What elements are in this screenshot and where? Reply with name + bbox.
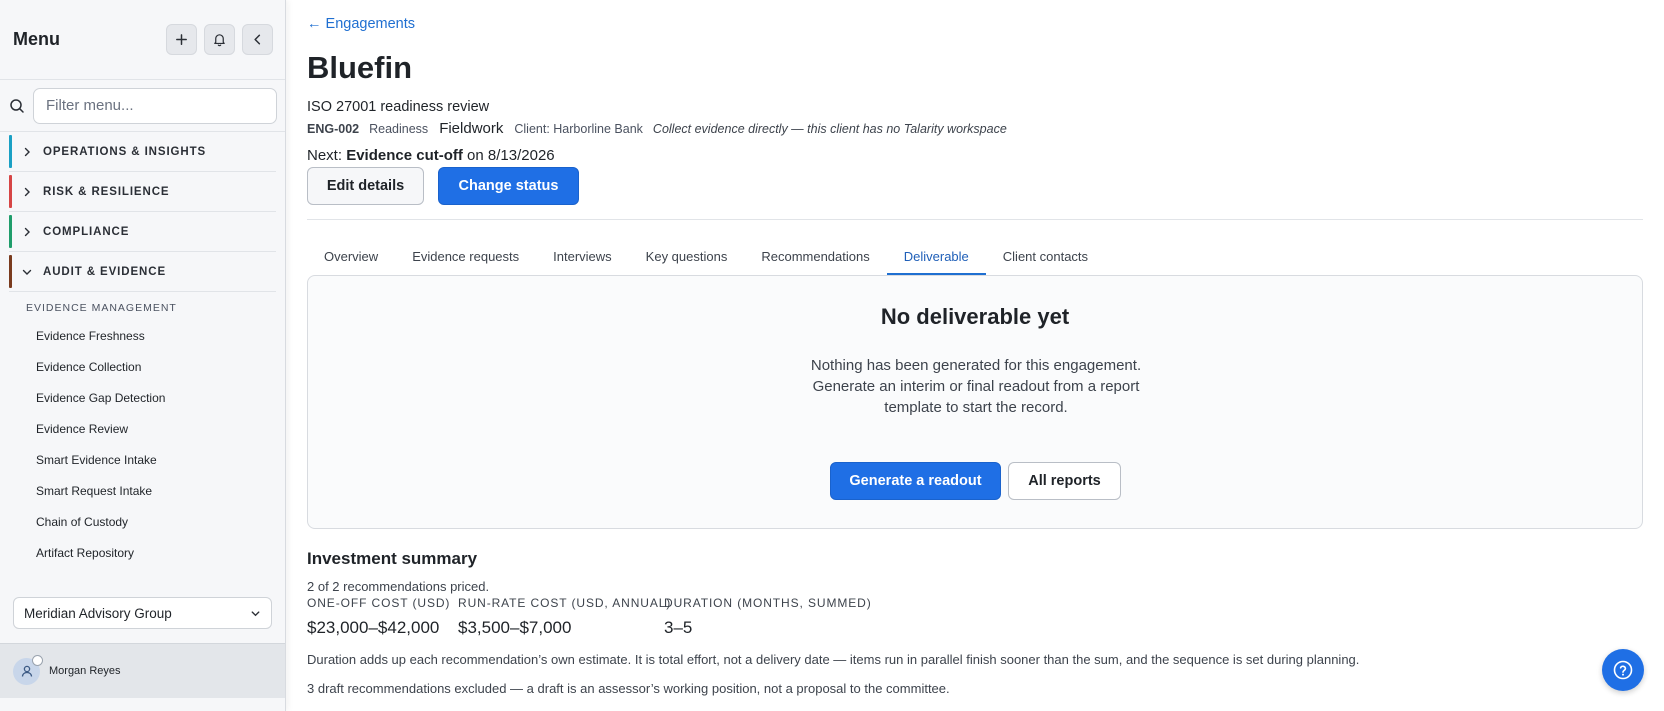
sidebar-section-audit-evidence[interactable]: AUDIT & EVIDENCE [9, 252, 276, 292]
next-date: on 8/13/2026 [467, 147, 555, 164]
user-profile[interactable]: Morgan Reyes [0, 643, 285, 698]
page-title: Bluefin [307, 50, 413, 85]
filter-menu-input[interactable] [33, 87, 277, 124]
sidebar-item-evidence-review[interactable]: Evidence Review [0, 413, 285, 444]
metric-label: RUN-RATE COST (USD, ANNUAL) [458, 596, 672, 610]
tab-client-contacts[interactable]: Client contacts [986, 241, 1105, 275]
deliverable-empty-state: No deliverable yet Nothing has been gene… [307, 275, 1643, 529]
engagement-phase: Readiness [369, 122, 429, 136]
empty-state-title: No deliverable yet [880, 304, 1070, 329]
metric-value: $23,000–$42,000 [307, 618, 440, 637]
sidebar-header: Menu [0, 0, 285, 80]
sidebar-item-smart-request-intake[interactable]: Smart Request Intake [0, 475, 285, 506]
help-circle-icon [1613, 660, 1633, 680]
section-label: OPERATIONS & INSIGHTS [43, 145, 207, 158]
tab-interviews[interactable]: Interviews [536, 241, 629, 275]
change-status-button[interactable]: Change status [438, 167, 579, 205]
sidebar-item-evidence-freshness[interactable]: Evidence Freshness [0, 320, 285, 351]
next-prefix: Next: [307, 147, 343, 164]
engagement-code: ENG-002 [307, 122, 360, 136]
tab-evidence-requests[interactable]: Evidence requests [395, 241, 536, 275]
next-milestone: Next: Evidence cut-off on 8/13/2026 [307, 147, 555, 164]
priced-count: 2 of 2 recommendations priced. [307, 579, 490, 594]
tab-key-questions[interactable]: Key questions [629, 241, 745, 275]
section-label: AUDIT & EVIDENCE [43, 265, 167, 278]
metric-value: $3,500–$7,000 [458, 618, 572, 637]
chevron-left-icon [254, 34, 261, 45]
organization-select[interactable]: Meridian Advisory Group [13, 597, 272, 629]
settings-badge-icon [32, 654, 43, 666]
engagement-meta: ENG-002 Readiness Fieldwork Client: Harb… [307, 120, 1007, 137]
back-to-engagements-link[interactable]: ← Engagements [307, 16, 415, 32]
engagement-stage: Fieldwork [439, 120, 504, 137]
generate-readout-button[interactable]: Generate a readout [830, 462, 1001, 500]
section-label: COMPLIANCE [43, 225, 130, 238]
add-button[interactable] [166, 24, 197, 55]
tab-recommendations[interactable]: Recommendations [744, 241, 886, 275]
bell-icon [214, 34, 225, 47]
metric-label: ONE-OFF COST (USD) [307, 596, 451, 610]
sidebar-title: Menu [13, 29, 60, 49]
divider [307, 219, 1643, 220]
help-button[interactable] [1602, 649, 1644, 691]
draft-exclusion-note: 3 draft recommendations excluded — a dra… [307, 681, 950, 696]
investment-summary-title: Investment summary [307, 549, 478, 568]
sidebar-section-compliance[interactable]: COMPLIANCE [9, 212, 276, 252]
user-name: Morgan Reyes [49, 665, 121, 677]
edit-details-button[interactable]: Edit details [307, 167, 424, 205]
sidebar-item-evidence-collection[interactable]: Evidence Collection [0, 351, 285, 382]
section-color-bar [9, 135, 12, 168]
metric-value: 3–5 [664, 618, 693, 637]
chevron-right-icon [24, 147, 30, 156]
sidebar-group-label: EVIDENCE MANAGEMENT [26, 302, 177, 314]
engagement-subtitle: ISO 27001 readiness review [307, 99, 490, 115]
engagement-client: Client: Harborline Bank [514, 122, 643, 136]
chevron-down-icon [22, 269, 32, 275]
sidebar: Menu OPERATIONS & INSIGHTS RISK & RESILI… [0, 0, 286, 711]
sidebar-section-operations-insights[interactable]: OPERATIONS & INSIGHTS [9, 132, 276, 172]
chevron-right-icon [24, 187, 30, 196]
duration-note: Duration adds up each recommendation’s o… [307, 652, 1360, 667]
chevron-down-icon [251, 610, 260, 616]
all-reports-button[interactable]: All reports [1008, 462, 1121, 500]
plus-icon [176, 34, 187, 45]
next-event: Evidence cut-off [346, 147, 463, 164]
metric-one-off-cost: ONE-OFF COST (USD) $23,000–$42,000 [307, 596, 450, 638]
metric-label: DURATION (MONTHS, SUMMED) [664, 596, 872, 610]
section-label: RISK & RESILIENCE [43, 185, 170, 198]
sidebar-item-artifact-repository[interactable]: Artifact Repository [0, 537, 285, 568]
section-color-bar [9, 215, 12, 248]
tab-deliverable[interactable]: Deliverable [886, 241, 986, 275]
engagement-note: Collect evidence directly — this client … [652, 122, 1007, 136]
metric-run-rate-cost: RUN-RATE COST (USD, ANNUAL) $3,500–$7,00… [458, 596, 671, 638]
metric-duration: DURATION (MONTHS, SUMMED) 3–5 [664, 596, 872, 638]
sidebar-section-risk-resilience[interactable]: RISK & RESILIENCE [9, 172, 276, 212]
notifications-button[interactable] [204, 24, 235, 55]
section-color-bar [9, 255, 12, 288]
user-icon [21, 665, 32, 677]
section-color-bar [9, 175, 12, 208]
engagement-tabs: Overview Evidence requests Interviews Ke… [307, 241, 1105, 275]
sidebar-item-chain-of-custody[interactable]: Chain of Custody [0, 506, 285, 537]
sidebar-item-evidence-gap-detection[interactable]: Evidence Gap Detection [0, 382, 285, 413]
collapse-sidebar-button[interactable] [242, 24, 273, 55]
sidebar-item-smart-evidence-intake[interactable]: Smart Evidence Intake [0, 444, 285, 475]
tab-overview[interactable]: Overview [307, 241, 395, 275]
organization-select-value: Meridian Advisory Group [24, 605, 172, 621]
sidebar-search [0, 80, 285, 132]
chevron-right-icon [24, 227, 30, 236]
avatar [13, 654, 43, 685]
search-icon [10, 98, 24, 113]
empty-state-body: Nothing has been generated for this enga… [810, 357, 1142, 416]
sidebar-sections: OPERATIONS & INSIGHTS RISK & RESILIENCE … [9, 132, 276, 292]
